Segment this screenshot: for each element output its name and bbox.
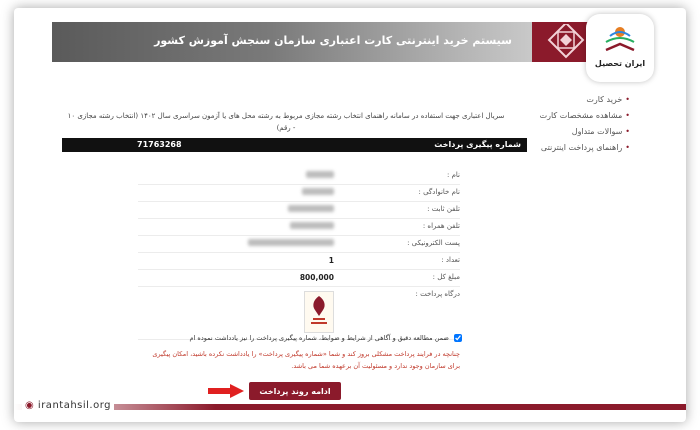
irantahsil-badge: ایران تحصیل	[586, 14, 654, 82]
globe-icon: ◉	[25, 400, 35, 411]
last-name-value	[302, 188, 334, 197]
sidebar-item-view-card[interactable]: •مشاهده مشخصات کارت	[520, 108, 630, 124]
quantity-value: 1	[328, 256, 334, 265]
mobile-label: تلفن همراه :	[422, 222, 460, 230]
terms-agreement: ضمن مطالعه دقیق و آگاهی از شرایط و ضوابط…	[140, 334, 462, 342]
bank-gateway-option[interactable]	[304, 291, 334, 333]
continue-payment-button[interactable]: ادامه روند پرداخت	[249, 382, 341, 400]
sidebar-menu: •خرید کارت •مشاهده مشخصات کارت •سوالات م…	[520, 92, 630, 156]
form-row-gateway: درگاه پرداخت :	[138, 287, 460, 340]
redacted-value	[288, 205, 334, 212]
bank-melli-logo-icon	[311, 296, 327, 324]
landline-value	[288, 205, 334, 214]
quantity-label: تعداد :	[441, 256, 460, 264]
form-row-landline: تلفن ثابت :	[138, 202, 460, 219]
warning-message: چنانچه در فرایند پرداخت مشکلی بروز کند و…	[152, 350, 460, 370]
redacted-value	[290, 222, 334, 229]
tracking-value: 71763268	[137, 140, 182, 149]
site-header: سیستم خرید اینترنتی کارت اعتباری سازمان …	[52, 22, 600, 62]
arrow-right-icon	[208, 384, 244, 398]
terms-text: ضمن مطالعه دقیق و آگاهی از شرایط و ضوابط…	[189, 334, 449, 342]
total-value: 800,000	[299, 273, 334, 282]
sanjesh-emblem-icon	[547, 24, 585, 59]
form-row-last-name: نام خانوادگی :	[138, 185, 460, 202]
sidebar-item-label: مشاهده مشخصات کارت	[539, 111, 623, 120]
service-notice: سریال اعتباری جهت استفاده در سامانه راهن…	[67, 112, 505, 132]
bullet-icon: •	[625, 111, 630, 120]
form-row-total: مبلغ کل : 800,000	[138, 270, 460, 287]
book-tree-logo-icon	[605, 27, 635, 52]
first-name-value	[306, 171, 334, 180]
total-label: مبلغ کل :	[432, 273, 460, 281]
form-row-quantity: تعداد : 1	[138, 253, 460, 270]
redacted-value	[302, 188, 334, 195]
tracking-label: شماره پیگیری پرداخت	[434, 140, 521, 149]
bullet-icon: •	[625, 127, 630, 136]
sidebar-item-label: سوالات متداول	[571, 127, 623, 136]
site-url: irantahsil.org	[37, 400, 112, 411]
redacted-value	[248, 239, 334, 246]
gateway-label: درگاه پرداخت :	[415, 290, 460, 298]
first-name-label: نام :	[447, 171, 460, 179]
tracking-number-bar: شماره پیگیری پرداخت 71763268	[62, 138, 527, 152]
form-row-first-name: نام :	[138, 168, 460, 185]
form-row-mobile: تلفن همراه :	[138, 219, 460, 236]
sidebar-item-payment-guide[interactable]: •راهنمای پرداخت اینترنتی	[520, 140, 630, 156]
email-value	[248, 239, 334, 248]
sidebar-item-buy-card[interactable]: •خرید کارت	[520, 92, 630, 108]
sidebar-item-label: خرید کارت	[586, 95, 623, 104]
email-label: پست الکترونیکی :	[407, 239, 460, 247]
redacted-value	[306, 171, 334, 178]
form-row-email: پست الکترونیکی :	[138, 236, 460, 253]
footer-bar	[14, 404, 686, 410]
last-name-label: نام خانوادگی :	[418, 188, 460, 196]
sidebar-item-label: راهنمای پرداخت اینترنتی	[540, 143, 623, 152]
terms-checkbox[interactable]	[454, 334, 462, 342]
payment-details-form: نام : نام خانوادگی : تلفن ثابت : تلفن هم…	[138, 168, 460, 340]
sidebar-item-faq[interactable]: •سوالات متداول	[520, 124, 630, 140]
bullet-icon: •	[625, 95, 630, 104]
site-watermark: ◉ irantahsil.org	[22, 400, 115, 411]
bullet-icon: •	[625, 143, 630, 152]
badge-text: ایران تحصیل	[594, 59, 646, 68]
header-title: سیستم خرید اینترنتی کارت اعتباری سازمان …	[154, 34, 512, 47]
mobile-value	[290, 222, 334, 231]
landline-label: تلفن ثابت :	[427, 205, 460, 213]
